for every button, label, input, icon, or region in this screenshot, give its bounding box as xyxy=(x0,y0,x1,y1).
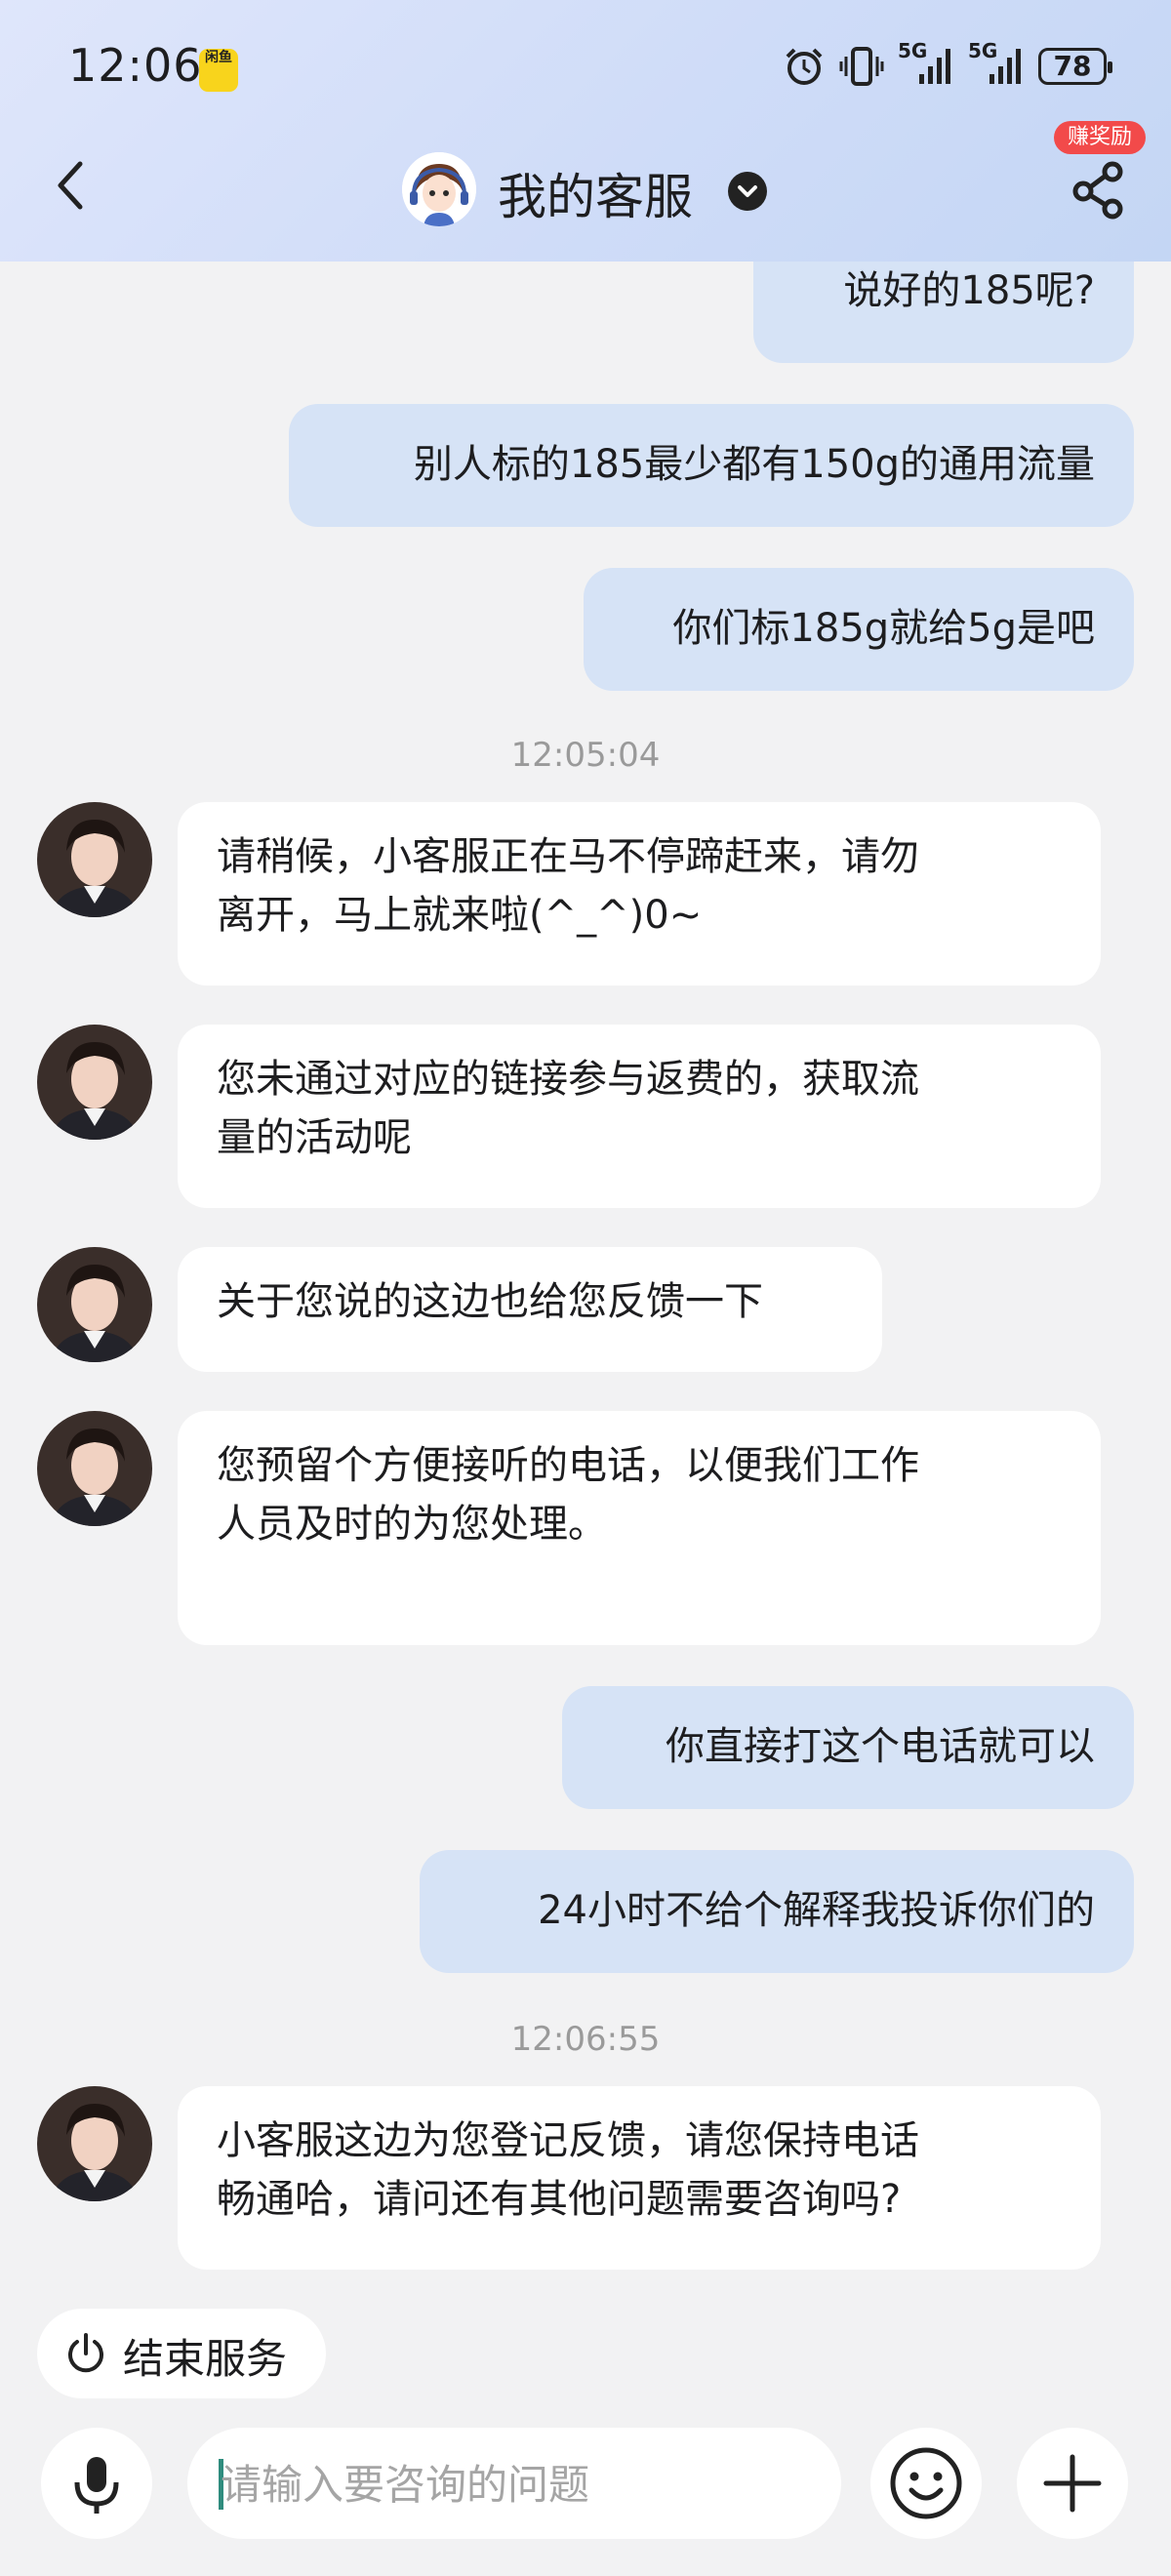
timestamp: 12:05:04 xyxy=(510,736,661,775)
message-line: 关于您说的这边也给您反馈一下 xyxy=(217,1279,763,1324)
alarm-icon xyxy=(783,45,826,88)
agent-avatar[interactable] xyxy=(37,802,152,917)
message-incoming: 关于您说的这边也给您反馈一下 xyxy=(178,1247,882,1372)
vibrate-icon xyxy=(839,45,884,88)
more-button[interactable] xyxy=(1017,2428,1128,2539)
message-incoming: 小客服这边为您登记反馈，请您保持电话 畅通哈，请问还有其他问题需要咨询吗? xyxy=(178,2086,1101,2270)
title-dropdown-button[interactable] xyxy=(728,172,767,211)
emoji-icon xyxy=(890,2447,962,2519)
status-time: 12:06 xyxy=(68,39,203,92)
end-service-label: 结束服务 xyxy=(123,2335,288,2383)
end-service-button[interactable]: 结束服务 xyxy=(37,2309,326,2398)
message-incoming: 请稍候，小客服正在马不停蹄赶来，请勿 离开，马上就来啦(^_^)0~ xyxy=(178,802,1101,986)
network-label: 5G xyxy=(898,39,928,62)
app-status-label: 闲鱼 xyxy=(205,50,232,65)
timestamp: 12:06:55 xyxy=(510,2020,661,2059)
agent-avatar[interactable] xyxy=(37,1247,152,1362)
message-text: 24小时不给个解释我投诉你们的 xyxy=(538,1888,1095,1933)
message-incoming: 您未通过对应的链接参与返费的，获取流 量的活动呢 xyxy=(178,1025,1101,1208)
message-line: 离开，马上就来啦(^_^)0~ xyxy=(217,893,703,938)
message-line: 小客服这边为您登记反馈，请您保持电话 xyxy=(217,2118,919,2163)
message-line: 畅通哈，请问还有其他问题需要咨询吗? xyxy=(217,2177,902,2222)
signal-5g-icon: 5G xyxy=(898,39,954,88)
plus-icon xyxy=(1043,2454,1102,2513)
voice-button[interactable] xyxy=(41,2428,152,2539)
share-button[interactable] xyxy=(1070,158,1128,221)
message-text: 说好的185呢? xyxy=(843,268,1095,313)
page-title[interactable]: 我的客服 xyxy=(498,158,693,228)
signal-5g-icon: 5G xyxy=(968,39,1025,88)
message-incoming: 您预留个方便接听的电话，以便我们工作 人员及时的为您处理。 xyxy=(178,1411,1101,1645)
app-status-icon: 闲鱼 xyxy=(199,49,238,92)
message-line: 人员及时的为您处理。 xyxy=(217,1502,607,1547)
share-icon xyxy=(1072,161,1123,220)
message-text: 你直接打这个电话就可以 xyxy=(666,1724,1095,1769)
reward-badge[interactable]: 赚奖励 xyxy=(1054,121,1147,154)
message-line: 您未通过对应的链接参与返费的，获取流 xyxy=(217,1057,919,1102)
chevron-down-icon xyxy=(738,185,757,197)
message-input[interactable] xyxy=(219,2428,818,2541)
emoji-button[interactable] xyxy=(870,2428,982,2539)
agent-avatar[interactable] xyxy=(37,1025,152,1140)
power-icon xyxy=(68,2333,103,2373)
message-line: 请稍候，小客服正在马不停蹄赶来，请勿 xyxy=(217,834,919,879)
message-line: 量的活动呢 xyxy=(217,1115,412,1160)
agent-avatar[interactable] xyxy=(37,2086,152,2201)
message-outgoing: 24小时不给个解释我投诉你们的 xyxy=(420,1850,1134,1973)
status-icons: 5G 5G 78 xyxy=(783,39,1112,88)
service-avatar[interactable] xyxy=(402,152,476,226)
message-outgoing: 你直接打这个电话就可以 xyxy=(562,1686,1134,1809)
message-text: 别人标的185最少都有150g的通用流量 xyxy=(413,442,1095,487)
message-line: 您预留个方便接听的电话，以便我们工作 xyxy=(217,1443,919,1488)
message-input-box[interactable] xyxy=(187,2428,841,2541)
battery-indicator: 78 xyxy=(1038,48,1112,85)
back-button[interactable] xyxy=(51,156,90,215)
network-label: 5G xyxy=(968,39,998,62)
message-outgoing: 别人标的185最少都有150g的通用流量 xyxy=(289,404,1134,527)
microphone-icon xyxy=(74,2457,119,2514)
chevron-left-icon xyxy=(58,161,83,210)
message-text: 你们标185g就给5g是吧 xyxy=(672,606,1095,651)
app-header: 12:06 闲鱼 5G 5G 78 我的客服 赚奖励 xyxy=(0,0,1171,262)
message-outgoing: 你们标185g就给5g是吧 xyxy=(584,568,1134,691)
agent-avatar[interactable] xyxy=(37,1411,152,1526)
